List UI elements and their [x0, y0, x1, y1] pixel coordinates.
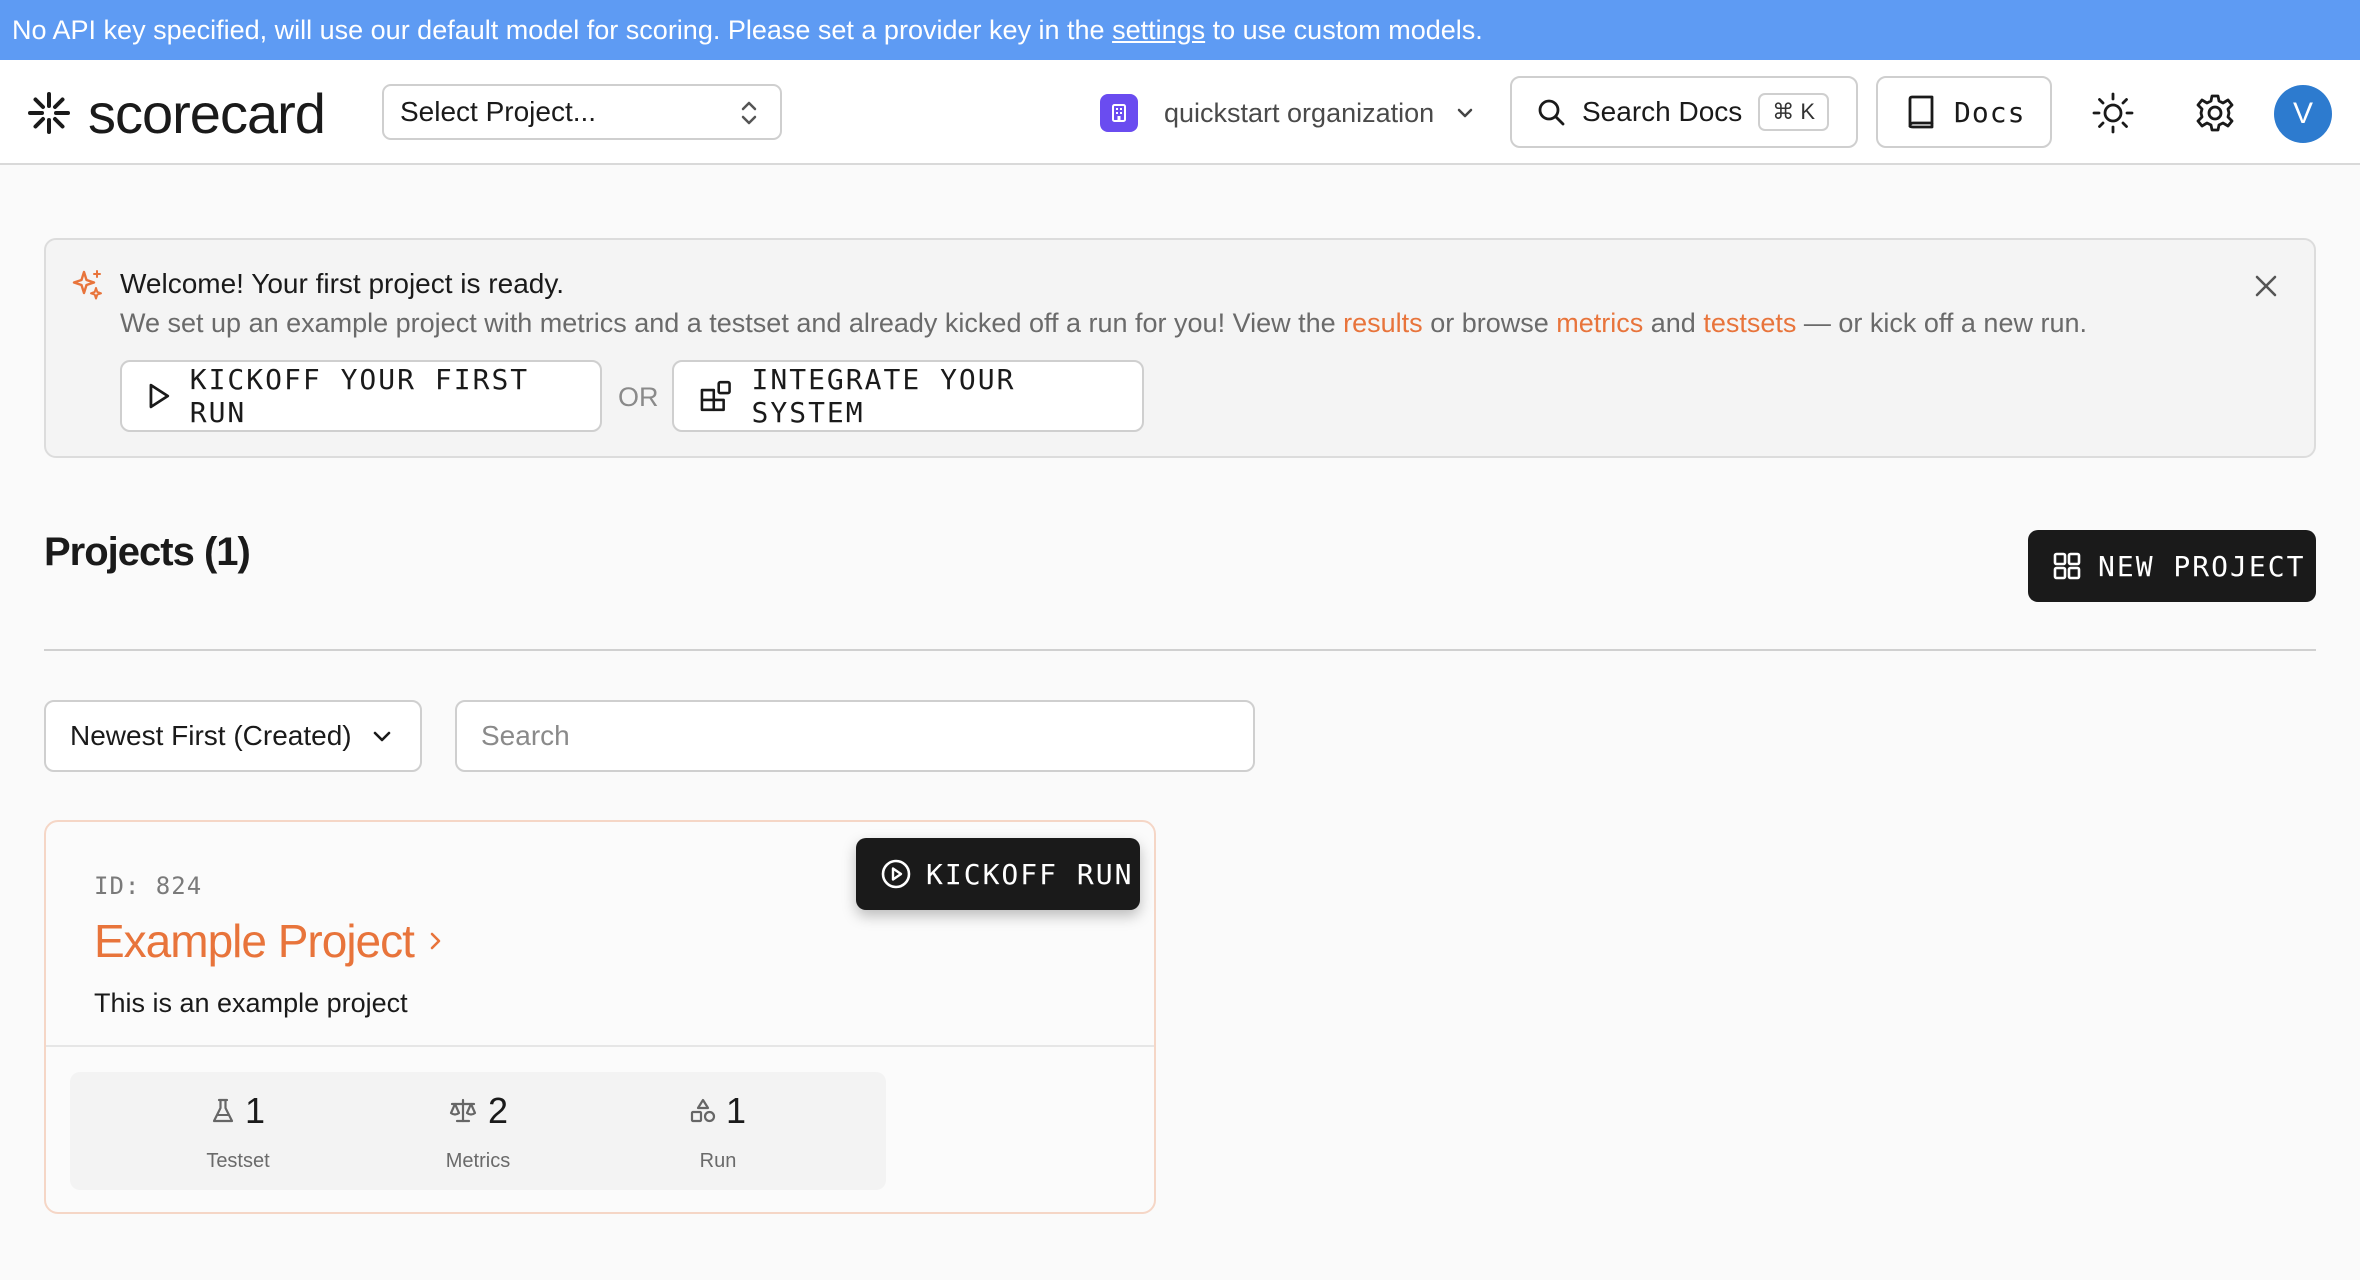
- user-avatar[interactable]: V: [2274, 85, 2332, 143]
- sun-icon: [2092, 92, 2134, 134]
- search-docs-button[interactable]: Search Docs ⌘ K: [1510, 76, 1858, 148]
- integrate-system-button[interactable]: INTEGRATE YOUR SYSTEM: [672, 360, 1144, 432]
- api-key-warning-banner: No API key specified, will use our defau…: [0, 0, 2360, 60]
- search-icon: [1538, 99, 1565, 126]
- section-divider: [44, 649, 2316, 651]
- chevron-down-icon: [1457, 108, 1473, 118]
- sort-select[interactable]: Newest First (Created): [44, 700, 422, 772]
- scorecard-logo[interactable]: scorecard: [26, 82, 326, 145]
- results-link[interactable]: results: [1343, 308, 1423, 338]
- kickoff-run-button[interactable]: KICKOFF RUN: [856, 838, 1140, 910]
- new-project-label: NEW PROJECT: [2098, 549, 2306, 583]
- flask-icon: [212, 1098, 234, 1123]
- settings-link[interactable]: settings: [1112, 15, 1205, 45]
- settings-button[interactable]: [2192, 90, 2238, 136]
- project-select-placeholder: Select Project...: [400, 96, 597, 127]
- org-switcher[interactable]: quickstart organization: [1100, 90, 1476, 136]
- docs-label: Docs: [1954, 95, 2026, 129]
- theme-toggle-button[interactable]: [2090, 90, 2136, 136]
- kickoff-first-run-label: KICKOFF YOUR FIRST RUN: [189, 363, 530, 429]
- grid-icon: [2053, 552, 2081, 580]
- card-divider: [46, 1045, 1154, 1047]
- scale-icon: [449, 1098, 477, 1123]
- project-id: ID: 824: [94, 872, 203, 900]
- welcome-desc-text: — or kick off a new run.: [1796, 308, 2087, 338]
- or-separator: OR: [618, 382, 659, 412]
- stat-value: 2: [487, 1090, 509, 1131]
- new-project-button[interactable]: NEW PROJECT: [2028, 530, 2316, 602]
- sort-select-value: Newest First (Created): [70, 720, 352, 751]
- logo-text: scorecard: [88, 81, 326, 145]
- chevron-down-icon: [373, 731, 390, 742]
- kickoff-run-label: KICKOFF RUN: [926, 857, 1134, 891]
- building-icon: [1100, 94, 1138, 132]
- testsets-link[interactable]: testsets: [1703, 308, 1796, 338]
- welcome-title: Welcome! Your first project is ready.: [120, 268, 565, 299]
- sparkle-icon: [72, 270, 102, 300]
- project-card[interactable]: ID: 824 Example Project This is an examp…: [44, 820, 1156, 1214]
- top-header: scorecard Select Project... quickstart o…: [0, 60, 2360, 165]
- welcome-desc-text: We set up an example project with metric…: [120, 308, 1344, 338]
- welcome-desc-text: or browse: [1422, 308, 1557, 338]
- project-select[interactable]: Select Project...: [382, 84, 782, 140]
- shapes-icon: [690, 1098, 716, 1123]
- metrics-link[interactable]: metrics: [1556, 308, 1643, 338]
- org-name: quickstart organization: [1164, 97, 1435, 128]
- play-icon: [149, 383, 170, 409]
- stat-value: 1: [244, 1090, 266, 1131]
- book-icon: [1908, 95, 1934, 129]
- stat-run[interactable]: 1 Run: [550, 1072, 886, 1190]
- play-circle-icon: [881, 859, 911, 889]
- docs-button[interactable]: Docs: [1876, 76, 2052, 148]
- search-docs-label: Search Docs: [1582, 96, 1743, 127]
- stat-caption: Run: [699, 1150, 737, 1172]
- kickoff-first-run-button[interactable]: KICKOFF YOUR FIRST RUN: [120, 360, 602, 432]
- welcome-card: Welcome! Your first project is ready. We…: [44, 238, 2316, 458]
- blocks-icon: [700, 380, 731, 412]
- chevron-right-icon: [430, 932, 441, 950]
- project-name: Example Project: [94, 915, 415, 967]
- banner-text-end: to use custom models.: [1205, 15, 1483, 45]
- welcome-desc-text: and: [1643, 308, 1704, 338]
- close-icon[interactable]: [2252, 272, 2280, 300]
- welcome-description: We set up an example project with metric…: [120, 308, 2087, 339]
- stat-value: 1: [725, 1090, 747, 1131]
- project-name-link[interactable]: Example Project: [94, 914, 444, 968]
- project-search-input[interactable]: [455, 700, 1255, 772]
- gear-icon: [2196, 94, 2234, 132]
- banner-text-start: No API key specified, will use our defau…: [12, 15, 1113, 45]
- project-description: This is an example project: [94, 988, 408, 1018]
- asterisk-logo-icon: [28, 92, 70, 134]
- integrate-system-label: INTEGRATE YOUR SYSTEM: [751, 363, 1016, 429]
- projects-heading: Projects (1): [44, 530, 251, 574]
- chevron-up-down-icon: [741, 101, 757, 125]
- keyboard-shortcut-badge: ⌘ K: [1758, 93, 1830, 131]
